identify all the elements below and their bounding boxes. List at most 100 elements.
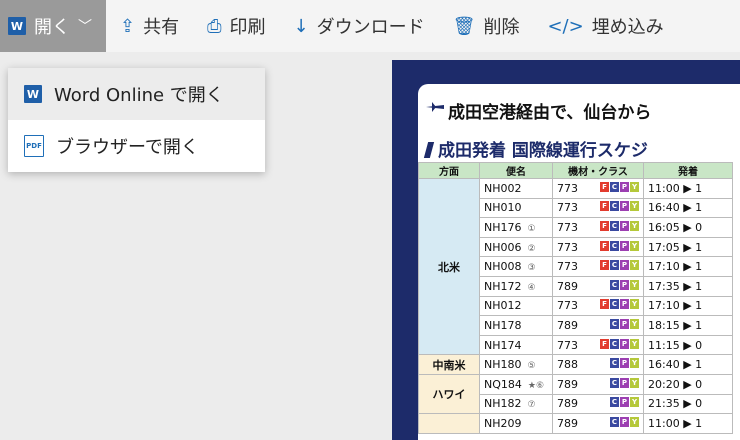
download-icon: ↓ xyxy=(293,15,309,37)
time-cell: 16:40 ▶ 1 xyxy=(643,197,733,219)
class-badge: C xyxy=(610,397,619,408)
aircraft-cell: 788 C P Y xyxy=(552,354,644,375)
class-badge: Y xyxy=(630,318,639,329)
class-badge: Y xyxy=(630,377,639,388)
aircraft-cell: 789 C P Y xyxy=(552,413,644,434)
time-cell: 20:20 ▶ 0 xyxy=(643,373,733,395)
class-badge: C xyxy=(610,279,619,290)
class-badge: Y xyxy=(630,397,639,408)
class-badge: C xyxy=(610,260,619,271)
class-badge: F xyxy=(600,240,609,251)
flight-cell: NH174 xyxy=(479,334,553,356)
class-badge: P xyxy=(620,279,629,290)
class-badge: C xyxy=(610,338,619,349)
delete-label: 削除 xyxy=(483,17,520,38)
class-badge: Y xyxy=(630,299,639,310)
word-icon: W xyxy=(8,17,26,35)
document-page: 成田空港経由で、仙台から 成田発着 国際線運行スケジ 方面 便名 機材・クラス 発着 … xyxy=(418,84,740,440)
table-header: 機材・クラス xyxy=(552,162,644,179)
table-header: 方面 xyxy=(418,162,480,179)
menu-item-label: ブラウザーで開く xyxy=(56,137,199,158)
pdf-icon: PDF xyxy=(24,135,44,157)
class-badge: Y xyxy=(630,181,639,192)
open-label: 開く xyxy=(34,17,70,38)
schedule-table: 方面 便名 機材・クラス 発着 北米 NH002 773 F C P Y 11:00 ▶ 1 NH01… xyxy=(418,162,733,434)
time-cell: 17:35 ▶ 1 xyxy=(643,275,733,297)
class-badge: F xyxy=(600,299,609,310)
class-badge: Y xyxy=(630,260,639,271)
time-cell: 17:10 ▶ 1 xyxy=(643,256,733,277)
class-badge: C xyxy=(610,181,619,192)
embed-button[interactable]: </> 埋め込み xyxy=(533,0,677,52)
class-badge: P xyxy=(620,377,629,388)
class-badge: C xyxy=(610,220,619,231)
download-button[interactable]: ↓ ダウンロード xyxy=(280,0,439,52)
share-label: 共有 xyxy=(143,17,180,38)
flight-cell: NH002 xyxy=(479,178,553,199)
region-cell xyxy=(418,413,480,434)
class-badge: C xyxy=(610,416,619,427)
print-button[interactable]: ⎙ 印刷 xyxy=(193,0,279,52)
open-menu: W Word Online で開く PDF ブラウザーで開く xyxy=(8,68,265,172)
flight-cell: NH209 xyxy=(479,413,553,434)
aircraft-cell: 789 C P Y xyxy=(552,315,644,336)
table-row: NH209 789 C P Y 11:00 ▶ 1 xyxy=(418,413,733,434)
delete-button[interactable]: 🗑 削除 xyxy=(439,0,534,52)
class-badge: P xyxy=(620,181,629,192)
aircraft-cell: 773 F C P Y xyxy=(552,334,644,356)
flight-cell: NH006 ② xyxy=(479,236,553,258)
menu-item-label: Word Online で開く xyxy=(54,85,224,106)
menu-item-word-online[interactable]: W Word Online で開く xyxy=(8,68,265,120)
class-badge: C xyxy=(610,201,619,212)
class-badge: F xyxy=(600,338,609,349)
time-cell: 11:00 ▶ 1 xyxy=(643,413,733,434)
class-badge: C xyxy=(610,377,619,388)
toolbar: W 開く ﹀ ⇪ 共有 ⎙ 印刷 ↓ ダウンロード 🗑 削除 </> 埋め込み xyxy=(0,0,740,52)
printer-icon: ⎙ xyxy=(207,15,222,37)
table-row: 中南米 NH180 ⑤ 788 C P Y 16:40 ▶ 1 xyxy=(418,354,733,375)
menu-item-browser[interactable]: PDF ブラウザーで開く xyxy=(8,120,265,172)
trash-icon: 🗑 xyxy=(452,15,476,37)
table-header: 発着 xyxy=(643,162,733,179)
word-icon: W xyxy=(24,85,42,103)
time-cell: 11:15 ▶ 0 xyxy=(643,334,733,356)
class-badge: P xyxy=(620,338,629,349)
flight-cell: NQ184 ★⑥ xyxy=(479,373,553,395)
class-badge: Y xyxy=(630,416,639,427)
class-badge: P xyxy=(620,397,629,408)
flight-cell: NH178 xyxy=(479,315,553,336)
flight-cell: NH172 ④ xyxy=(479,275,553,297)
class-badge: C xyxy=(610,318,619,329)
class-badge: F xyxy=(600,201,609,212)
class-badge: C xyxy=(610,358,619,369)
region-cell: 北米 xyxy=(418,177,480,356)
code-icon: </> xyxy=(547,15,584,37)
aircraft-cell: 773 F C P Y xyxy=(552,197,644,219)
flight-cell: NH010 xyxy=(479,197,553,219)
aircraft-cell: 773 F C P Y xyxy=(552,178,644,199)
flight-cell: NH182 ⑦ xyxy=(479,393,553,415)
class-badge: Y xyxy=(630,220,639,231)
time-cell: 17:05 ▶ 1 xyxy=(643,236,733,258)
class-badge: Y xyxy=(630,338,639,349)
chevron-down-icon: ﹀ xyxy=(78,19,92,35)
share-icon: ⇪ xyxy=(120,15,136,37)
aircraft-cell: 773 F C P Y xyxy=(552,256,644,277)
class-badge: C xyxy=(610,299,619,310)
class-badge: F xyxy=(600,181,609,192)
class-badge: F xyxy=(600,220,609,231)
time-cell: 11:00 ▶ 1 xyxy=(643,178,733,199)
aircraft-cell: 773 F C P Y xyxy=(552,295,644,317)
class-badge: P xyxy=(620,240,629,251)
aircraft-cell: 773 F C P Y xyxy=(552,217,644,238)
share-button[interactable]: ⇪ 共有 xyxy=(106,0,193,52)
flight-cell: NH008 ③ xyxy=(479,256,553,277)
open-button[interactable]: W 開く ﹀ xyxy=(0,0,106,52)
class-badge: Y xyxy=(630,279,639,290)
document-subtitle: 成田発着 国際線運行スケジ xyxy=(423,136,648,161)
class-badge: P xyxy=(620,299,629,310)
class-badge: P xyxy=(620,201,629,212)
flight-cell: NH176 ① xyxy=(479,217,553,238)
time-cell: 16:05 ▶ 0 xyxy=(643,217,733,238)
class-badge: P xyxy=(620,358,629,369)
